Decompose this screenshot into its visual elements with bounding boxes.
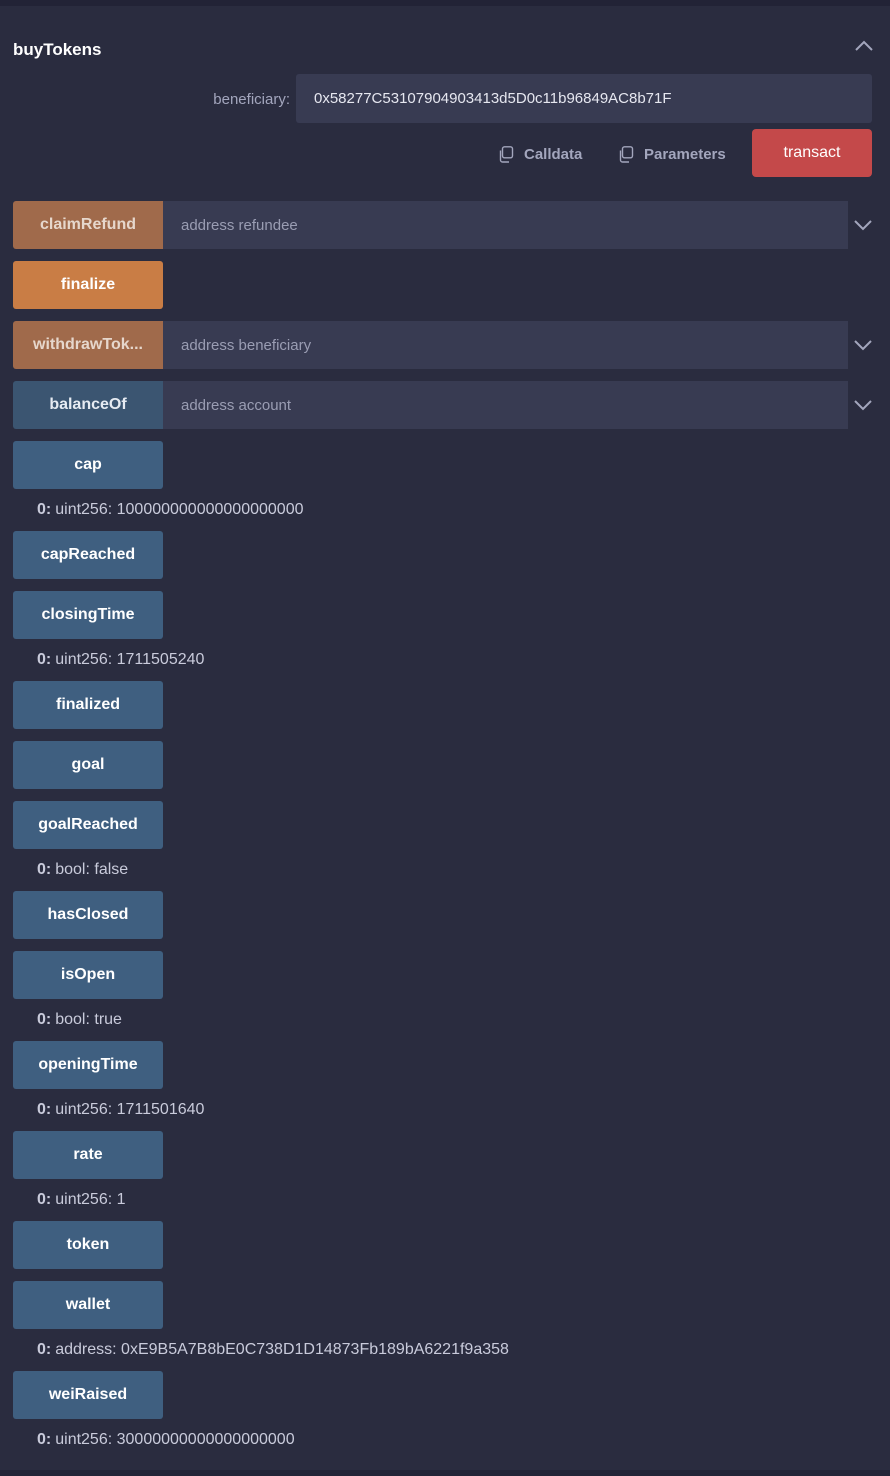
wallet-result: 0: address: 0xE9B5A7B8bE0C738D1D14873Fb18…: [37, 1341, 509, 1359]
beneficiary-input[interactable]: [296, 74, 872, 123]
wallet-button[interactable]: wallet: [13, 1281, 163, 1329]
chevron-down-icon: [854, 220, 872, 231]
account-input[interactable]: [163, 381, 848, 429]
is-open-row: isOpen: [13, 951, 163, 999]
result-value: address: 0xE9B5A7B8bE0C738D1D14873Fb189b…: [55, 1341, 509, 1358]
withdraw-tokens-row: withdrawTok...: [13, 321, 878, 369]
rate-row: rate: [13, 1131, 163, 1179]
cap-result: 0: uint256: 100000000000000000000: [37, 501, 303, 519]
result-value: uint256: 1711501640: [55, 1101, 205, 1118]
chevron-up-icon: [855, 40, 873, 51]
result-value: bool: false: [55, 861, 129, 878]
calldata-label: Calldata: [524, 145, 583, 163]
withdraw-beneficiary-input[interactable]: [163, 321, 848, 369]
wallet-row: wallet: [13, 1281, 163, 1329]
cap-button[interactable]: cap: [13, 441, 163, 489]
result-value: uint256: 100000000000000000000: [55, 501, 304, 518]
result-value: uint256: 1: [55, 1191, 126, 1208]
finalized-button[interactable]: finalized: [13, 681, 163, 729]
result-index: 0:: [37, 501, 52, 518]
result-index: 0:: [37, 1191, 52, 1208]
transact-button[interactable]: transact: [752, 129, 872, 177]
chevron-down-icon: [854, 340, 872, 351]
refundee-input[interactable]: [163, 201, 848, 249]
token-row: token: [13, 1221, 163, 1269]
rate-result: 0: uint256: 1: [37, 1191, 126, 1209]
is-open-button[interactable]: isOpen: [13, 951, 163, 999]
goal-reached-row: goalReached: [13, 801, 163, 849]
finalize-row: finalize: [13, 261, 163, 309]
copy-icon: [619, 145, 634, 163]
closing-time-result: 0: uint256: 1711505240: [37, 651, 204, 669]
cap-reached-button[interactable]: capReached: [13, 531, 163, 579]
opening-time-button[interactable]: openingTime: [13, 1041, 163, 1089]
copy-icon: [499, 145, 514, 163]
buy-tokens-title: buyTokens: [13, 40, 102, 59]
beneficiary-label: beneficiary:: [213, 91, 290, 108]
has-closed-row: hasClosed: [13, 891, 163, 939]
opening-time-result: 0: uint256: 1711501640: [37, 1101, 204, 1119]
result-index: 0:: [37, 1431, 52, 1448]
claim-refund-expand-button[interactable]: [851, 213, 875, 237]
goal-reached-button[interactable]: goalReached: [13, 801, 163, 849]
result-index: 0:: [37, 651, 52, 668]
finalized-row: finalized: [13, 681, 163, 729]
finalize-button[interactable]: finalize: [13, 261, 163, 309]
panel-bottom-border: [0, 1470, 890, 1476]
wei-raised-button[interactable]: weiRaised: [13, 1371, 163, 1419]
chevron-down-icon: [854, 400, 872, 411]
result-index: 0:: [37, 1011, 52, 1028]
rate-button[interactable]: rate: [13, 1131, 163, 1179]
result-index: 0:: [37, 1341, 52, 1358]
balance-of-row: balanceOf: [13, 381, 878, 429]
buy-tokens-panel: buyTokens beneficiary: Calldata Paramete…: [0, 6, 890, 186]
copy-parameters-button[interactable]: Parameters: [618, 142, 726, 166]
opening-time-row: openingTime: [13, 1041, 163, 1089]
claim-refund-row: claimRefund: [13, 201, 878, 249]
cap-row: cap: [13, 441, 163, 489]
result-index: 0:: [37, 1101, 52, 1118]
has-closed-button[interactable]: hasClosed: [13, 891, 163, 939]
closing-time-row: closingTime: [13, 591, 163, 639]
collapse-button[interactable]: [850, 34, 878, 58]
result-value: bool: true: [55, 1011, 122, 1028]
claim-refund-button[interactable]: claimRefund: [13, 201, 163, 249]
token-button[interactable]: token: [13, 1221, 163, 1269]
withdraw-tokens-expand-button[interactable]: [851, 333, 875, 357]
cap-reached-row: capReached: [13, 531, 163, 579]
balance-of-expand-button[interactable]: [851, 393, 875, 417]
result-value: uint256: 1711505240: [55, 651, 205, 668]
result-value: uint256: 30000000000000000000: [55, 1431, 295, 1448]
wei-raised-result: 0: uint256: 30000000000000000000: [37, 1431, 295, 1449]
result-index: 0:: [37, 861, 52, 878]
wei-raised-row: weiRaised: [13, 1371, 163, 1419]
goal-button[interactable]: goal: [13, 741, 163, 789]
copy-calldata-button[interactable]: Calldata: [498, 142, 582, 166]
parameters-label: Parameters: [644, 145, 726, 163]
withdraw-tokens-button[interactable]: withdrawTok...: [13, 321, 163, 369]
closing-time-button[interactable]: closingTime: [13, 591, 163, 639]
balance-of-button[interactable]: balanceOf: [13, 381, 163, 429]
goal-reached-result: 0: bool: false: [37, 861, 128, 879]
is-open-result: 0: bool: true: [37, 1011, 122, 1029]
goal-row: goal: [13, 741, 163, 789]
